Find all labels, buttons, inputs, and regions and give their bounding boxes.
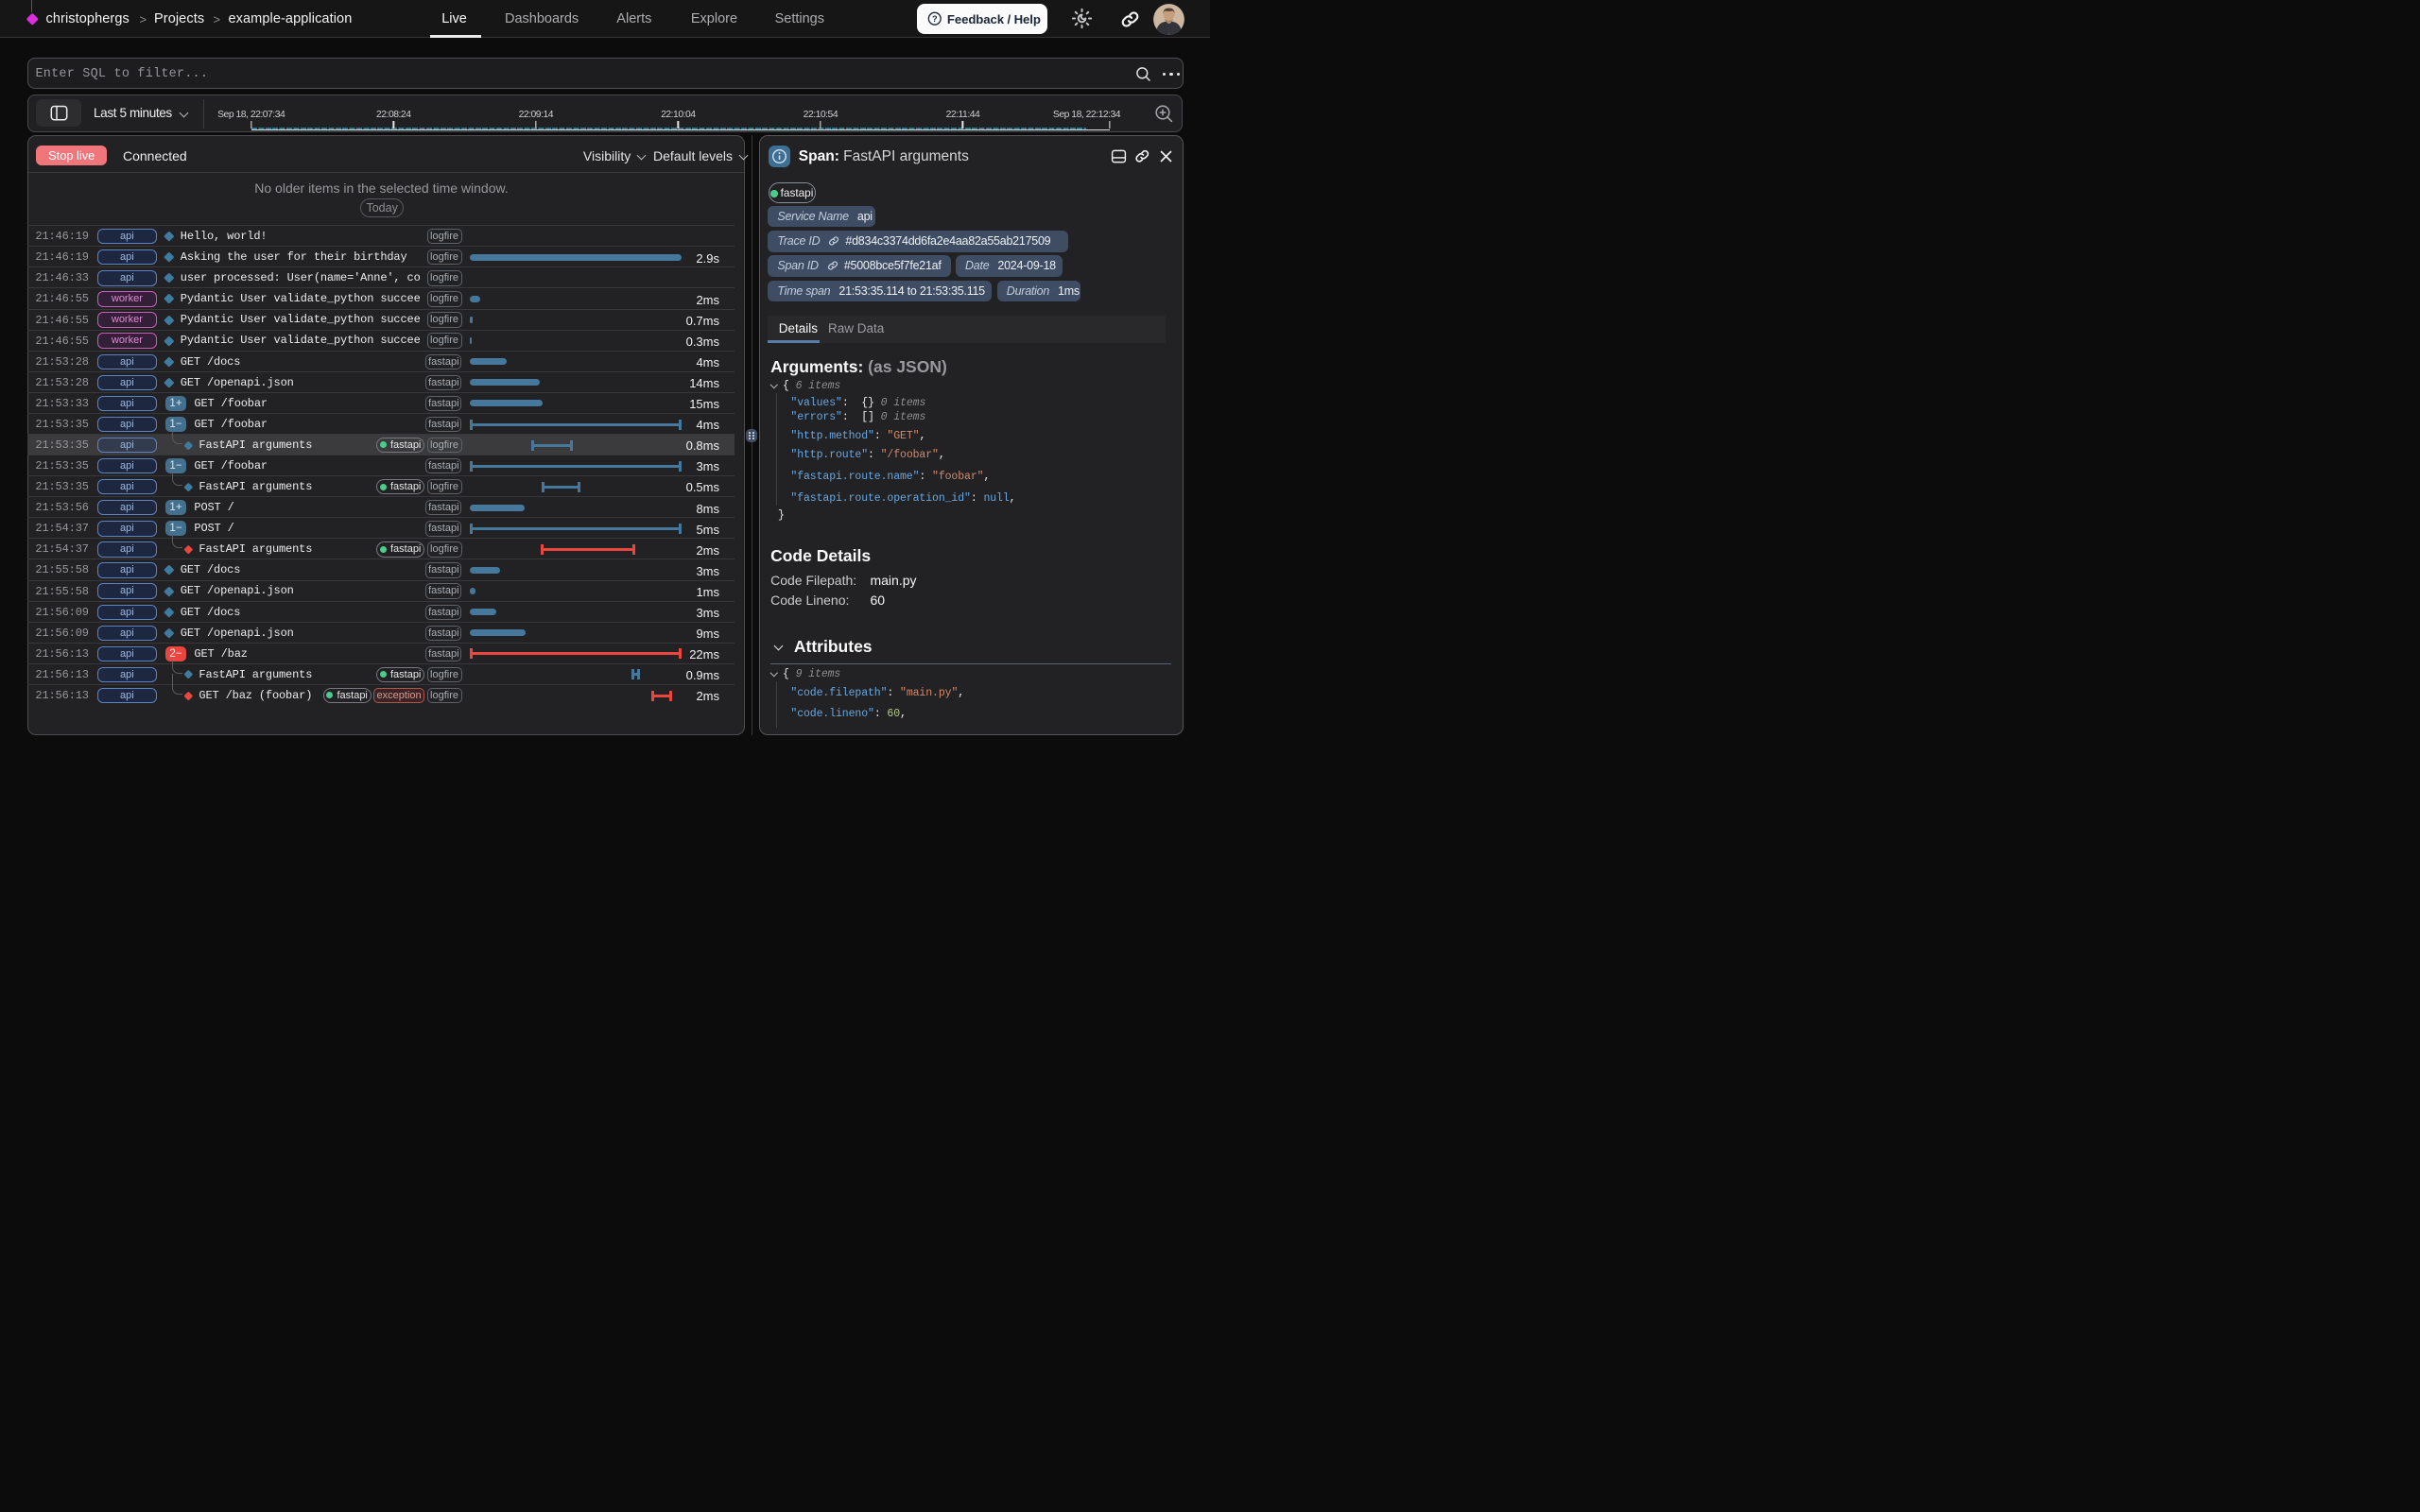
- svg-text:?: ?: [932, 14, 938, 24]
